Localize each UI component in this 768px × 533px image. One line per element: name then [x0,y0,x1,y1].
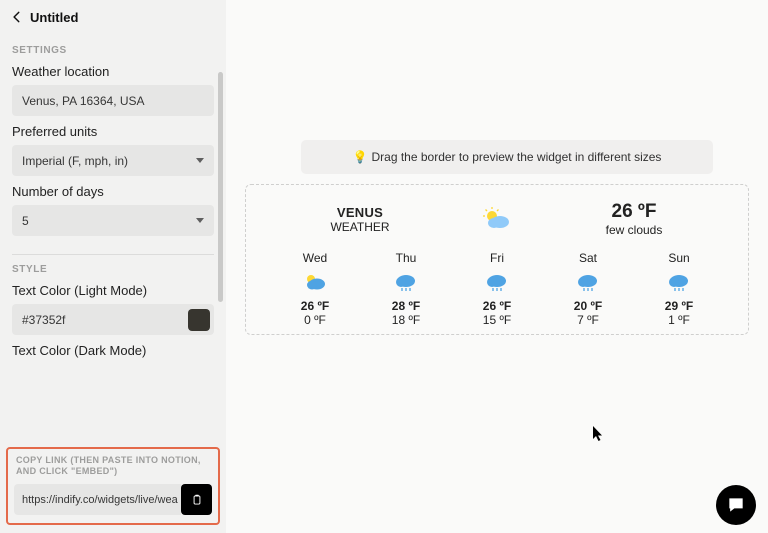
forecast-day-name: Thu [369,251,443,265]
forecast-day-hi: 26 ºF [460,299,534,313]
scrollbar[interactable] [218,72,223,302]
preferred-units-label: Preferred units [12,124,214,139]
forecast-day-name: Wed [278,251,352,265]
forecast-day: Sat 20 ºF 7 ºF [551,251,625,327]
forecast-day-lo: 18 ºF [369,313,443,327]
forecast-day-name: Sun [642,251,716,265]
forecast-day: Fri 26 ºF 15 ºF [460,251,534,327]
bulb-icon: 💡 [353,150,368,164]
forecast-day: Thu 28 ºF 18 ºF [369,251,443,327]
chevron-down-icon [196,158,204,163]
sun-cloud-icon [278,271,352,293]
widget-current-icon-wrap [437,207,557,231]
number-of-days-value: 5 [22,214,29,228]
forecast-day-name: Sat [551,251,625,265]
forecast-day-hi: 28 ºF [369,299,443,313]
sun-cloud-icon [482,207,512,231]
forecast-day-hi: 26 ºF [278,299,352,313]
back-button[interactable] [8,8,26,26]
preferred-units-value: Imperial (F, mph, in) [22,154,128,168]
style-section-head: STYLE [12,264,214,275]
text-color-light-label: Text Color (Light Mode) [12,283,214,298]
forecast-day-hi: 29 ºF [642,299,716,313]
sidebar-header: Untitled [0,0,226,32]
widget-location-block: VENUS WEATHER [300,205,420,234]
forecast-day-lo: 0 ºF [278,313,352,327]
cloud-rain-icon [642,271,716,293]
widget-location: VENUS [300,205,420,220]
text-color-dark-label: Text Color (Dark Mode) [12,343,214,358]
copy-link-section: COPY LINK (THEN PASTE INTO NOTION, AND C… [6,447,220,525]
copy-link-input[interactable]: https://indify.co/widgets/live/wea [14,484,181,515]
forecast-day: Sun 29 ºF 1 ºF [642,251,716,327]
cloud-rain-icon [369,271,443,293]
divider [12,254,214,255]
cursor-icon [593,426,605,447]
text-color-light-field[interactable]: #37352f [12,304,214,335]
forecast-day-hi: 20 ºF [551,299,625,313]
preview-area: 💡 Drag the border to preview the widget … [226,0,768,533]
cloud-rain-icon [551,271,625,293]
chevron-down-icon [196,218,204,223]
number-of-days-label: Number of days [12,184,214,199]
page-title: Untitled [30,10,78,25]
cloud-rain-icon [460,271,534,293]
preferred-units-select[interactable]: Imperial (F, mph, in) [12,145,214,176]
clipboard-icon [190,493,204,507]
weather-location-label: Weather location [12,64,214,79]
weather-location-value: Venus, PA 16364, USA [22,94,145,108]
preview-hint-text: Drag the border to preview the widget in… [372,150,662,164]
widget-days-row: Wed 26 ºF 0 ºF Thu [270,251,724,327]
widget-current-desc: few clouds [574,223,694,237]
forecast-day-lo: 15 ºF [460,313,534,327]
preview-hint: 💡 Drag the border to preview the widget … [301,140,713,174]
forecast-day-lo: 1 ºF [642,313,716,327]
chat-button[interactable] [716,485,756,525]
widget-preview-frame[interactable]: VENUS WEATHER 26 ºF [245,184,749,335]
settings-section-head: SETTINGS [12,45,214,56]
forecast-day-name: Fri [460,251,534,265]
chat-icon [726,495,746,515]
sidebar: Untitled SETTINGS Weather location Venus… [0,0,226,533]
widget-location-sub: WEATHER [300,220,420,234]
chevron-left-icon [10,10,24,24]
widget-summary: 26 ºF few clouds [574,201,694,237]
copy-link-url: https://indify.co/widgets/live/wea [22,494,178,506]
color-swatch[interactable] [188,309,210,331]
weather-location-input[interactable]: Venus, PA 16364, USA [12,85,214,116]
widget-current-temp: 26 ºF [574,201,694,223]
text-color-light-value: #37352f [22,313,65,327]
number-of-days-select[interactable]: 5 [12,205,214,236]
forecast-day: Wed 26 ºF 0 ºF [278,251,352,327]
forecast-day-lo: 7 ºF [551,313,625,327]
copy-link-label: COPY LINK (THEN PASTE INTO NOTION, AND C… [14,455,212,478]
copy-link-button[interactable] [181,484,212,515]
